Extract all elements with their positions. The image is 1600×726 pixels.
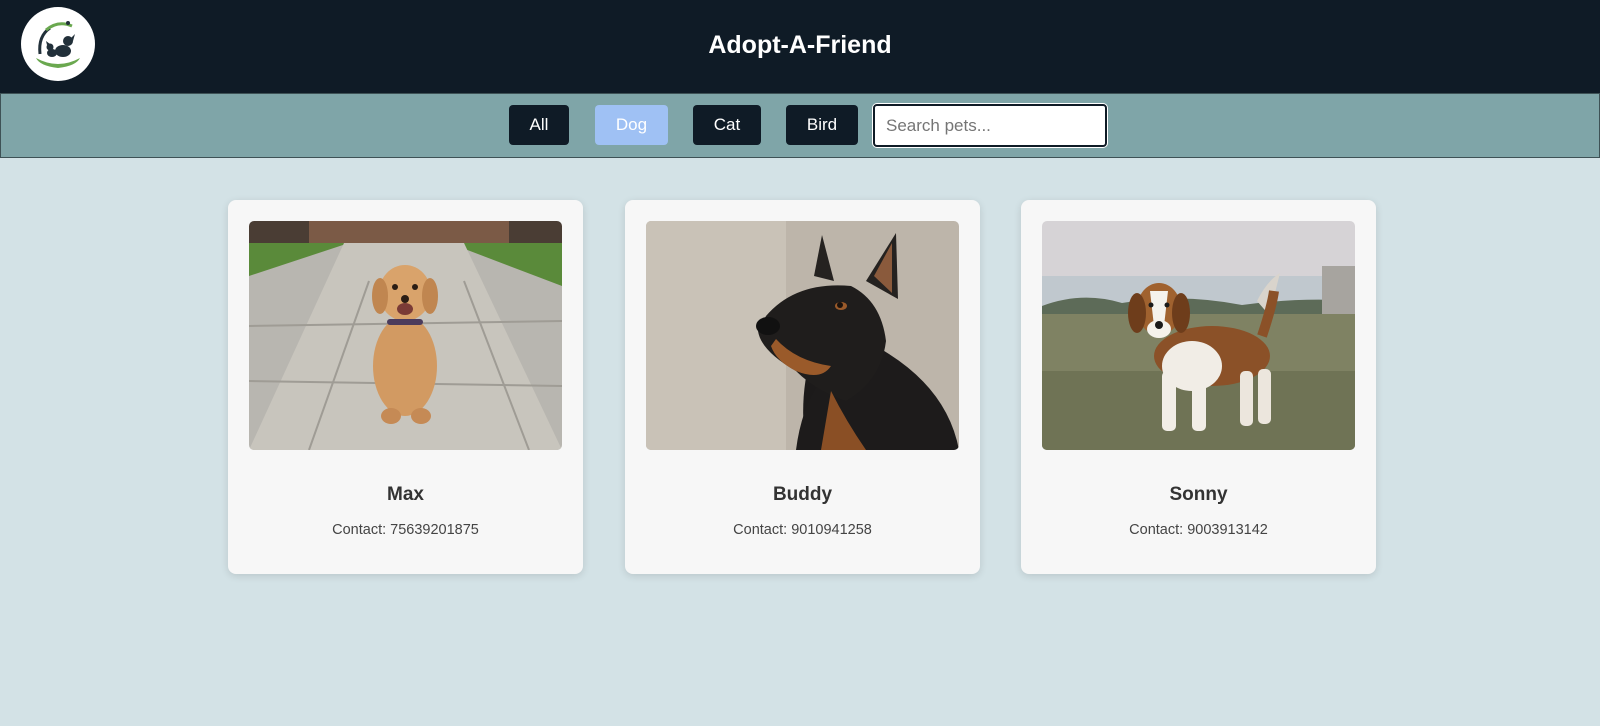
contact-number: 9010941258 xyxy=(791,522,872,538)
filter-dog-button[interactable]: Dog xyxy=(595,105,668,145)
pet-name: Buddy xyxy=(772,484,833,505)
filter-bird-button[interactable]: Bird xyxy=(786,105,858,145)
filter-cat-button[interactable]: Cat xyxy=(693,105,761,145)
contact-label: Contact: xyxy=(733,522,792,538)
filter-all-button[interactable]: All xyxy=(509,105,569,145)
filter-bar: All Dog Cat Bird xyxy=(0,93,1600,158)
pet-contact: Contact: 9010941258 xyxy=(625,522,980,538)
pet-contact: Contact: 9003913142 xyxy=(1021,522,1376,538)
pet-card-buddy[interactable]: Buddy Contact: 9010941258 xyxy=(625,200,980,574)
pet-contact: Contact: 75639201875 xyxy=(228,522,583,538)
contact-label: Contact: xyxy=(1129,522,1188,538)
contact-label: Contact: xyxy=(332,522,391,538)
site-header: Adopt-A-Friend xyxy=(0,0,1600,93)
pet-name: Sonny xyxy=(1169,484,1228,505)
contact-number: 9003913142 xyxy=(1187,522,1268,538)
pet-card-max[interactable]: Max Contact: 75639201875 xyxy=(228,200,583,574)
beagle-photo xyxy=(1042,221,1355,450)
pet-card-sonny[interactable]: Sonny Contact: 9003913142 xyxy=(1021,200,1376,574)
golden-retriever-puppy-photo xyxy=(249,221,562,450)
contact-number: 75639201875 xyxy=(390,522,479,538)
doberman-photo xyxy=(646,221,959,450)
site-title: Adopt-A-Friend xyxy=(708,31,892,59)
pet-name: Max xyxy=(387,484,424,505)
search-input[interactable] xyxy=(873,104,1107,147)
